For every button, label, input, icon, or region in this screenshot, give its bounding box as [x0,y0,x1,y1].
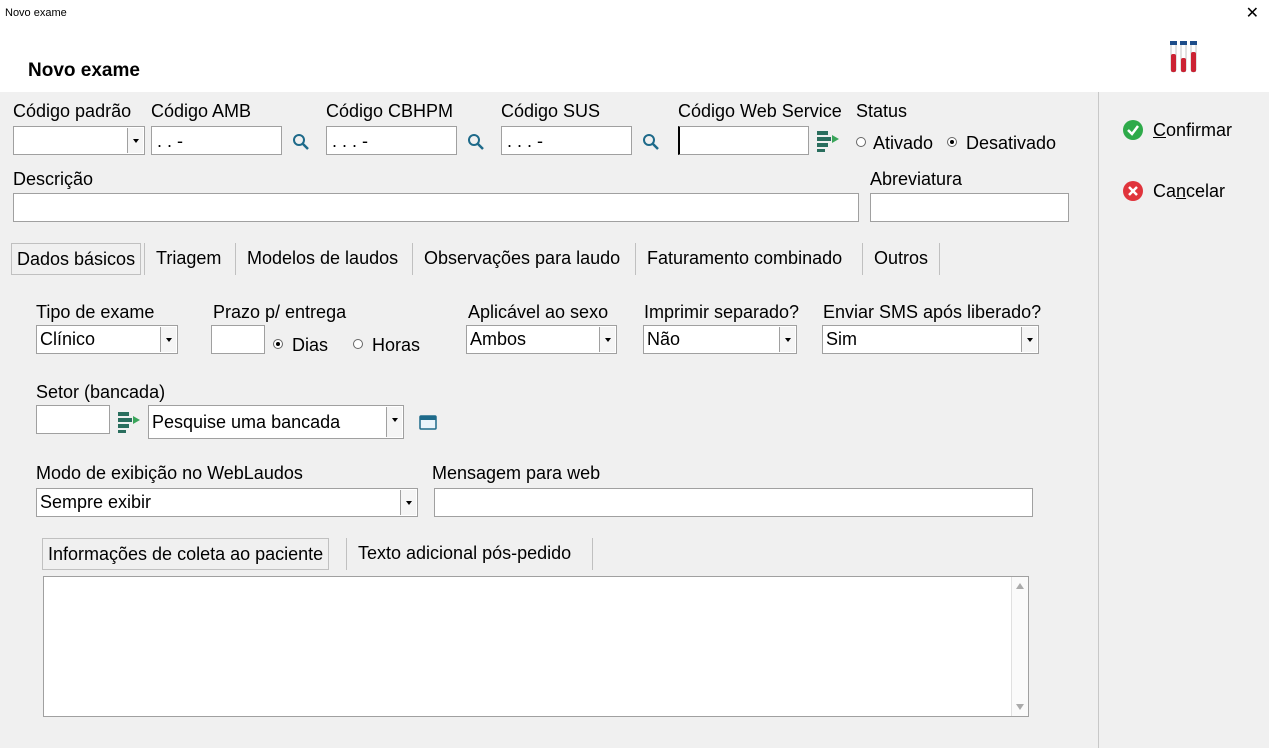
test-tubes-icon [1170,41,1197,73]
sexo-value: Ambos [470,329,527,349]
tipo-exame-value: Clínico [40,329,96,349]
window-titlebar: Novo exame ✕ [0,0,1269,28]
abreviatura-input[interactable] [870,193,1069,222]
setor-code-input[interactable] [36,405,110,434]
tab-separator [862,243,863,275]
status-ativado-label: Ativado [873,133,934,153]
tab-faturamento-combinado[interactable]: Faturamento combinado [642,243,847,275]
chevron-down-icon[interactable] [127,128,143,153]
check-icon [1123,120,1143,140]
codigo-amb-input[interactable]: . . - [151,126,282,155]
window-icon[interactable] [419,415,437,431]
codigo-ws-label: Código Web Service [678,101,842,121]
search-icon[interactable] [467,133,485,151]
codigo-sus-label: Código SUS [501,101,601,121]
tab-separator [592,538,593,570]
sms-label: Enviar SMS após liberado? [823,302,1042,322]
tab-separator [939,243,940,275]
prazo-dias-radio[interactable] [273,339,283,349]
status-desativado-label: Desativado [966,133,1057,153]
tab-separator [235,243,236,275]
sexo-label: Aplicável ao sexo [468,302,609,322]
window-title: Novo exame [5,7,67,19]
mensagem-input[interactable] [434,488,1033,517]
coleta-textarea[interactable] [43,576,1029,717]
scrollbar[interactable] [1011,577,1028,716]
confirm-label: Confirmar [1153,120,1233,140]
divider [1098,92,1099,748]
tab-separator [346,538,347,570]
tab-texto-adicional[interactable]: Texto adicional pós-pedido [353,538,576,570]
search-icon[interactable] [642,133,660,151]
tipo-exame-label: Tipo de exame [36,302,155,322]
tab-separator [635,243,636,275]
chevron-down-icon[interactable] [599,327,615,352]
imprimir-value: Não [647,329,681,349]
abreviatura-label: Abreviatura [870,169,963,189]
chevron-down-icon[interactable] [1016,704,1024,710]
setor-placeholder: Pesquise uma bancada [152,412,341,432]
tipo-exame-select[interactable]: Clínico [36,325,178,354]
chevron-down-icon[interactable] [160,327,176,352]
codigo-ws-input[interactable] [678,126,809,155]
tab-separator [144,243,145,275]
search-icon[interactable] [292,133,310,151]
chevron-down-icon[interactable] [1021,327,1037,352]
status-desativado-radio[interactable] [947,137,957,147]
codigo-padrao-select[interactable] [13,126,145,155]
chevron-up-icon[interactable] [1016,583,1024,589]
codigo-amb-label: Código AMB [151,101,252,121]
tab-modelos-laudos[interactable]: Modelos de laudos [242,243,403,275]
tab-triagem[interactable]: Triagem [151,243,226,275]
descricao-label: Descrição [13,169,94,189]
status-ativado-radio[interactable] [856,137,866,147]
imprimir-select[interactable]: Não [643,325,797,354]
codigo-sus-input[interactable]: . . . - [501,126,632,155]
modo-select[interactable]: Sempre exibir [36,488,418,517]
chevron-down-icon[interactable] [386,407,402,437]
codigo-cbhpm-label: Código CBHPM [326,101,454,121]
status-label: Status [856,101,908,121]
setor-select[interactable]: Pesquise uma bancada [148,405,404,439]
x-icon [1123,181,1143,201]
chevron-down-icon[interactable] [400,490,416,515]
sms-value: Sim [826,329,857,349]
tab-informacoes-coleta[interactable]: Informações de coleta ao paciente [42,538,330,570]
imprimir-label: Imprimir separado? [644,302,800,322]
descricao-input[interactable] [13,193,859,222]
mensagem-label: Mensagem para web [432,463,601,483]
page-title: Novo exame [28,60,140,81]
prazo-horas-label: Horas [372,335,421,355]
modo-label: Modo de exibição no WebLaudos [36,463,303,483]
close-icon[interactable]: ✕ [1246,3,1259,23]
tool-icon[interactable] [816,129,840,153]
dialog-header: Novo exame [0,28,1269,92]
tab-dados-basicos[interactable]: Dados básicos [11,243,142,275]
chevron-down-icon[interactable] [779,327,795,352]
tab-separator [412,243,413,275]
prazo-input[interactable] [211,325,265,354]
tab-outros[interactable]: Outros [869,243,933,275]
prazo-horas-radio[interactable] [353,339,363,349]
sms-select[interactable]: Sim [822,325,1039,354]
tab-observacoes-laudo[interactable]: Observações para laudo [419,243,625,275]
prazo-dias-label: Dias [292,335,329,355]
setor-label: Setor (bancada) [36,382,166,402]
codigo-cbhpm-input[interactable]: . . . - [326,126,457,155]
tool-icon[interactable] [117,410,141,434]
modo-value: Sempre exibir [40,492,152,512]
sexo-select[interactable]: Ambos [466,325,617,354]
codigo-padrao-label: Código padrão [13,101,132,121]
cancel-label: Cancelar [1153,181,1226,201]
prazo-label: Prazo p/ entrega [213,302,347,322]
